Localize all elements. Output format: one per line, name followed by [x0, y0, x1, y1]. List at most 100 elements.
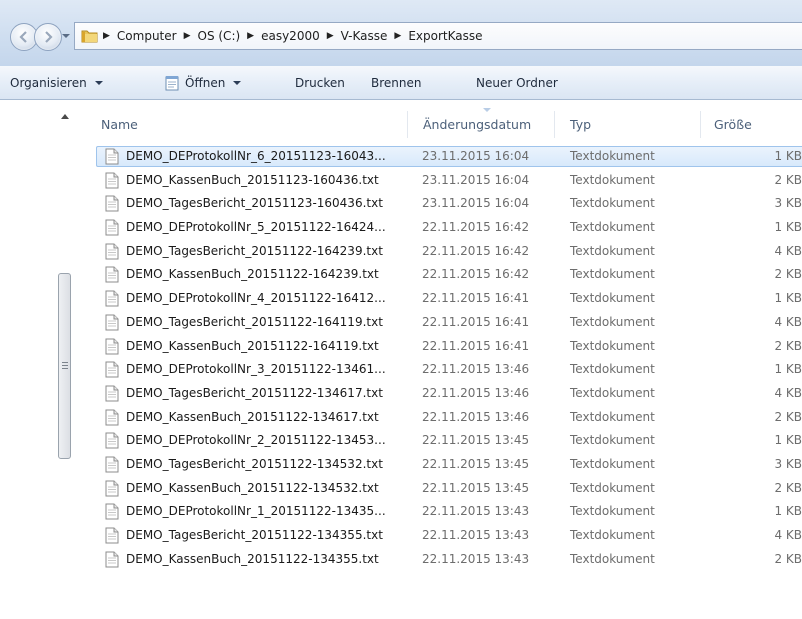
file-size: 3 KB	[774, 196, 802, 211]
file-name[interactable]: DEMO_DEProtokollNr_5_20151122-16424...	[126, 216, 386, 240]
column-divider[interactable]	[554, 111, 555, 138]
file-name[interactable]: DEMO_DEProtokollNr_1_20151122-13435...	[126, 500, 386, 524]
file-row[interactable]: DEMO_TagesBericht_20151122-164239.txt 22.…	[96, 240, 802, 264]
organize-button[interactable]: Organisieren	[10, 66, 103, 99]
burn-button[interactable]: Brennen	[371, 66, 421, 99]
file-name[interactable]: DEMO_TagesBericht_20151122-134617.txt	[126, 382, 383, 406]
file-date: 22.11.2015 13:43	[422, 504, 530, 519]
column-header-size[interactable]: Größe	[714, 108, 752, 141]
file-name[interactable]: DEMO_TagesBericht_20151122-134355.txt	[126, 524, 383, 548]
file-name[interactable]: DEMO_DEProtokollNr_2_20151122-13453...	[126, 429, 386, 453]
file-type: Textdokument	[570, 409, 655, 424]
column-divider[interactable]	[700, 111, 701, 138]
scrollbar-thumb[interactable]	[58, 273, 71, 459]
file-row[interactable]: DEMO_DEProtokollNr_1_20151122-13435... 22…	[96, 500, 802, 524]
file-size: 1 KB	[774, 291, 802, 306]
file-name[interactable]: DEMO_DEProtokollNr_4_20151122-16412...	[126, 287, 386, 311]
file-row[interactable]: DEMO_KassenBuch_20151122-134532.txt 22.11…	[96, 477, 802, 501]
breadcrumb-item[interactable]: ExportKasse	[408, 29, 482, 43]
breadcrumb-item[interactable]: easy2000	[261, 29, 320, 43]
text-file-icon	[105, 195, 119, 215]
file-name[interactable]: DEMO_DEProtokollNr_3_20151122-13461...	[126, 358, 386, 382]
print-button[interactable]: Drucken	[295, 66, 345, 99]
organize-label: Organisieren	[10, 75, 87, 90]
file-date: 23.11.2015 16:04	[422, 172, 530, 187]
file-row[interactable]: DEMO_KassenBuch_20151123-160436.txt 23.11…	[96, 169, 802, 193]
file-row[interactable]: DEMO_DEProtokollNr_3_20151122-13461... 22…	[96, 358, 802, 382]
file-row[interactable]: DEMO_TagesBericht_20151122-134355.txt 22.…	[96, 524, 802, 548]
text-file-icon	[105, 172, 119, 192]
file-size: 4 KB	[774, 528, 802, 542]
file-row[interactable]: DEMO_TagesBericht_20151123-160436.txt 23.…	[96, 192, 802, 216]
file-type: Textdokument	[570, 196, 655, 211]
file-row[interactable]: DEMO_KassenBuch_20151122-134617.txt 22.11…	[96, 406, 802, 430]
file-type: Textdokument	[570, 480, 655, 495]
breadcrumb-item[interactable]: OS (C:)	[198, 29, 241, 43]
file-name[interactable]: DEMO_KassenBuch_20151122-134532.txt	[126, 477, 379, 501]
open-button[interactable]: Öffnen	[164, 66, 242, 99]
file-date: 22.11.2015 16:41	[422, 314, 530, 329]
file-row[interactable]: DEMO_TagesBericht_20151122-164119.txt 22.…	[96, 311, 802, 335]
file-size: 1 KB	[774, 362, 802, 377]
forward-button[interactable]	[34, 23, 62, 51]
file-row[interactable]: DEMO_TagesBericht_20151122-134617.txt 22.…	[96, 382, 802, 406]
file-size: 1 KB	[774, 433, 802, 448]
breadcrumb-separator-icon[interactable]: ▶	[247, 31, 254, 41]
file-name[interactable]: DEMO_KassenBuch_20151122-134617.txt	[126, 406, 379, 430]
file-size: 2 KB	[774, 409, 802, 424]
file-date: 22.11.2015 16:41	[422, 338, 530, 353]
file-type: Textdokument	[570, 220, 655, 235]
file-row[interactable]: DEMO_KassenBuch_20151122-164119.txt 22.11…	[96, 335, 802, 359]
file-row[interactable]: DEMO_DEProtokollNr_6_20151123-16043... 23…	[96, 145, 802, 169]
file-row[interactable]: DEMO_KassenBuch_20151122-164239.txt 22.11…	[96, 263, 802, 287]
file-row[interactable]: DEMO_DEProtokollNr_5_20151122-16424... 22…	[96, 216, 802, 240]
breadcrumb-item[interactable]: V-Kasse	[341, 29, 388, 43]
text-file-icon	[105, 456, 119, 476]
file-name[interactable]: DEMO_DEProtokollNr_6_20151123-16043...	[126, 145, 386, 169]
file-row[interactable]: DEMO_DEProtokollNr_4_20151122-16412... 22…	[96, 287, 802, 311]
address-bar[interactable]: ▶ Computer ▶ OS (C:) ▶ easy2000 ▶ V-Kasse ▶ Expor…	[74, 22, 802, 50]
column-header: Name Änderungsdatum Typ Größe	[80, 108, 802, 141]
column-header-name[interactable]: Name	[101, 108, 138, 141]
new-folder-label: Neuer Ordner	[476, 75, 558, 90]
file-type: Textdokument	[570, 267, 655, 282]
file-date: 22.11.2015 13:43	[422, 528, 530, 542]
file-name[interactable]: DEMO_KassenBuch_20151123-160436.txt	[126, 169, 379, 193]
file-type: Textdokument	[570, 433, 655, 448]
file-name[interactable]: DEMO_TagesBericht_20151122-134532.txt	[126, 453, 383, 477]
file-date: 22.11.2015 13:45	[422, 456, 530, 471]
column-header-type[interactable]: Typ	[570, 108, 591, 141]
file-name[interactable]: DEMO_TagesBericht_20151123-160436.txt	[126, 192, 383, 216]
file-date: 23.11.2015 16:04	[422, 196, 530, 211]
breadcrumb-item[interactable]: Computer	[117, 29, 177, 43]
column-divider[interactable]	[407, 111, 408, 138]
chevron-down-icon	[94, 80, 103, 85]
file-size: 1 KB	[774, 504, 802, 519]
breadcrumb-separator-icon[interactable]: ▶	[327, 31, 334, 41]
file-row[interactable]: DEMO_KassenBuch_20151122-134355.txt 22.11…	[96, 548, 802, 572]
text-file-icon	[105, 243, 119, 263]
file-name[interactable]: DEMO_TagesBericht_20151122-164239.txt	[126, 240, 383, 264]
breadcrumb-separator-icon[interactable]: ▶	[394, 31, 401, 41]
navigation-scrollbar[interactable]	[57, 108, 74, 619]
new-folder-button[interactable]: Neuer Ordner	[476, 66, 558, 99]
recent-pages-dropdown[interactable]	[62, 34, 70, 38]
file-type: Textdokument	[570, 149, 655, 163]
file-row[interactable]: DEMO_TagesBericht_20151122-134532.txt 22.…	[96, 453, 802, 477]
file-row[interactable]: DEMO_DEProtokollNr_2_20151122-13453... 22…	[96, 429, 802, 453]
breadcrumb-separator-icon[interactable]: ▶	[103, 31, 110, 41]
file-name[interactable]: DEMO_KassenBuch_20151122-134355.txt	[126, 548, 379, 572]
text-file-icon	[105, 266, 119, 286]
text-file-icon	[105, 314, 119, 334]
text-file-icon	[105, 503, 119, 523]
file-name[interactable]: DEMO_TagesBericht_20151122-164119.txt	[126, 311, 383, 335]
folder-icon	[81, 30, 98, 43]
scroll-up-arrow-icon[interactable]	[61, 114, 69, 119]
file-name[interactable]: DEMO_KassenBuch_20151122-164239.txt	[126, 263, 379, 287]
print-label: Drucken	[295, 75, 345, 90]
file-date: 22.11.2015 13:46	[422, 362, 530, 377]
file-type: Textdokument	[570, 456, 655, 471]
breadcrumb-separator-icon[interactable]: ▶	[184, 31, 191, 41]
column-header-date[interactable]: Änderungsdatum	[423, 108, 531, 141]
file-name[interactable]: DEMO_KassenBuch_20151122-164119.txt	[126, 335, 379, 359]
